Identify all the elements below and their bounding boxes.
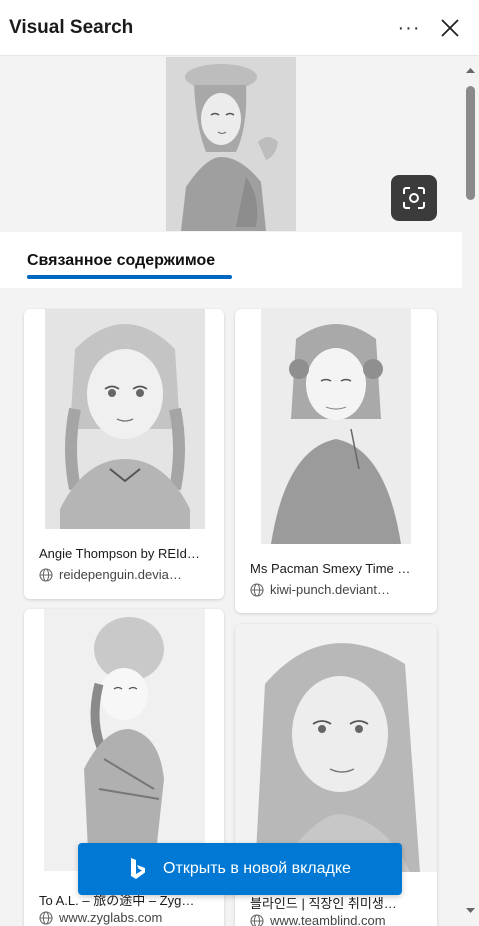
- scroll-up-arrow-icon[interactable]: [465, 65, 476, 76]
- visual-search-icon: [403, 187, 425, 209]
- sketch-portrait-image: [166, 57, 296, 231]
- globe-icon: [250, 913, 264, 926]
- query-image-area: [0, 57, 462, 231]
- panel-header: Visual Search ···: [0, 0, 479, 56]
- result-card[interactable]: Ms Pacman Smexy Time … kiwi-punch.devian…: [235, 309, 437, 613]
- result-title[interactable]: 블라인드 | 직장인 취미생…: [250, 893, 424, 912]
- tab-bar: Связанное содержимое: [0, 232, 462, 288]
- panel-title: Visual Search: [9, 17, 134, 38]
- result-title[interactable]: Angie Thompson by REId…: [39, 546, 211, 561]
- sketch-girl-braids-image: [45, 309, 205, 529]
- query-image[interactable]: [166, 57, 296, 231]
- results-grid: Angie Thompson by REId… reidepenguin.dev…: [0, 288, 462, 926]
- globe-icon: [39, 567, 53, 582]
- result-thumbnail[interactable]: [45, 309, 205, 529]
- globe-icon: [250, 582, 264, 597]
- tab-related-content[interactable]: Связанное содержимое: [27, 252, 215, 270]
- result-thumbnail[interactable]: [261, 309, 411, 544]
- result-source-text: www.teamblind.com: [270, 913, 386, 926]
- visual-search-button[interactable]: [391, 175, 437, 221]
- result-card[interactable]: Angie Thompson by REId… reidepenguin.dev…: [24, 309, 224, 599]
- scrollbar-thumb[interactable]: [466, 86, 475, 200]
- result-source-text: www.zyglabs.com: [59, 910, 163, 925]
- sketch-woman-portrait-image: [235, 624, 437, 872]
- open-in-new-tab-label: Открыть в новой вкладке: [163, 860, 351, 877]
- result-source: reidepenguin.devia…: [39, 567, 211, 582]
- scrollbar[interactable]: [462, 57, 479, 926]
- result-thumbnail[interactable]: [235, 624, 437, 872]
- globe-icon: [39, 910, 53, 925]
- sketch-girl-fur-hat-image: [44, 609, 205, 871]
- close-icon: [441, 19, 459, 37]
- more-options-button[interactable]: ···: [393, 12, 425, 44]
- close-button[interactable]: [434, 12, 466, 44]
- result-source: kiwi-punch.deviant…: [250, 582, 424, 597]
- result-source: www.zyglabs.com: [39, 910, 211, 925]
- result-title[interactable]: Ms Pacman Smexy Time …: [250, 561, 424, 576]
- bing-icon: [131, 858, 146, 879]
- result-source: www.teamblind.com: [250, 913, 424, 926]
- scroll-down-arrow-icon[interactable]: [465, 905, 476, 916]
- sketch-girl-headphones-image: [261, 309, 411, 544]
- open-in-new-tab-button[interactable]: Открыть в новой вкладке: [78, 843, 402, 895]
- result-thumbnail[interactable]: [44, 609, 205, 871]
- tab-active-indicator: [27, 275, 232, 279]
- result-source-text: reidepenguin.devia…: [59, 567, 182, 582]
- result-source-text: kiwi-punch.deviant…: [270, 582, 390, 597]
